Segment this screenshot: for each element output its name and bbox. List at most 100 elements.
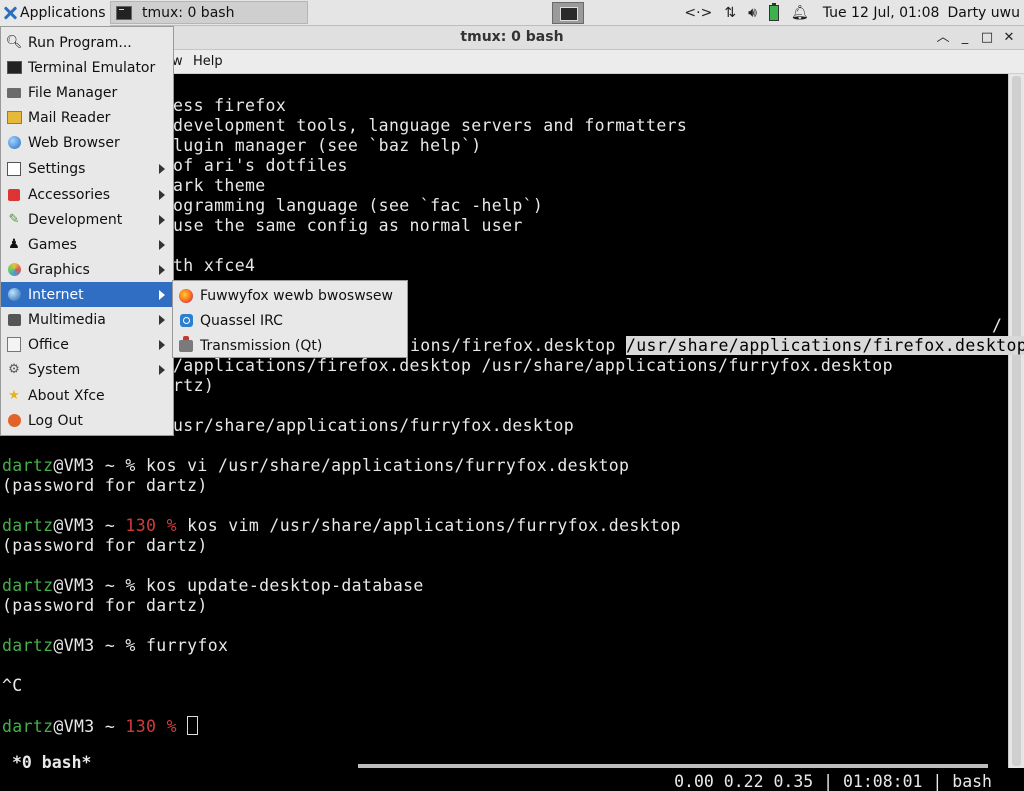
taskbar-item-label: tmux: 0 bash	[142, 4, 235, 21]
menu-item-label: File Manager	[28, 84, 118, 101]
minimize-button[interactable]: _	[954, 28, 976, 48]
network-icon[interactable]: <·>	[684, 5, 712, 21]
menu-item-about-xfce[interactable]: ★ About Xfce	[1, 383, 173, 408]
development-icon: ✎	[8, 211, 20, 227]
menu-item-label: Log Out	[28, 412, 83, 429]
workspace-thumbnail[interactable]	[560, 7, 578, 21]
globe-icon	[6, 135, 22, 151]
submenu-item-label: Quassel IRC	[200, 312, 283, 329]
menu-item-log-out[interactable]: Log Out	[1, 408, 173, 433]
user-menu[interactable]: Darty uwu	[947, 5, 1020, 21]
menu-help[interactable]: Help	[193, 54, 223, 69]
terminal-line: rtz)	[173, 376, 215, 395]
menu-item-graphics[interactable]: Graphics	[1, 257, 173, 282]
menu-item-label: System	[28, 361, 81, 378]
prompt-user: dartz	[2, 516, 54, 535]
terminal-line: (password for dartz)	[2, 536, 208, 555]
terminal-line: ogramming language (see `fac -help`)	[173, 196, 544, 215]
submenu-item-firefox[interactable]: Fuwwyfox wewb bwoswsew	[173, 283, 407, 308]
quassel-icon	[178, 313, 194, 329]
terminal-prompt-line: dartz@VM3 ~ % kos vi /usr/share/applicat…	[2, 456, 629, 475]
menu-item-label: Web Browser	[28, 134, 120, 151]
taskbar-item-tmux[interactable]: tmux: 0 bash	[110, 1, 308, 24]
menu-item-development[interactable]: ✎ Development	[1, 207, 173, 232]
notification-bell-icon[interactable]: 🔔︎	[791, 5, 809, 21]
menu-item-settings[interactable]: Settings	[1, 156, 173, 181]
applications-menu: 🔍︎ Run Program... Terminal Emulator File …	[0, 26, 174, 436]
menu-item-label: Office	[28, 336, 69, 353]
menu-item-office[interactable]: Office	[1, 332, 173, 357]
logout-icon	[6, 413, 22, 429]
prompt-exit-code: 130	[125, 516, 157, 535]
menu-item-label: Games	[28, 236, 77, 253]
scrollbar-thumb[interactable]	[1012, 76, 1021, 766]
submenu-arrow-icon	[159, 340, 165, 350]
menu-item-games[interactable]: ♟ Games	[1, 232, 173, 257]
terminal-line: use the same config as normal user	[173, 216, 523, 235]
applications-label: Applications	[20, 5, 106, 21]
clock[interactable]: Tue 12 Jul, 01:08	[823, 5, 940, 21]
terminal-line: of ari's dotfiles	[173, 156, 348, 175]
command-text: kos vim /usr/share/applications/furryfox…	[176, 516, 681, 535]
terminal-cursor[interactable]	[187, 716, 199, 735]
menu-item-label: Terminal Emulator	[28, 59, 156, 76]
graphics-icon	[6, 262, 22, 278]
xfce-logo-icon	[3, 6, 17, 20]
mail-icon	[6, 110, 22, 126]
transfer-icon[interactable]: ⇅	[724, 5, 736, 21]
terminal-line: ions/firefox.desktop /usr/share/applicat…	[410, 336, 1024, 355]
terminal-line: ess firefox	[173, 96, 287, 115]
terminal-line: (password for dartz)	[2, 476, 208, 495]
internet-icon	[6, 287, 22, 303]
submenu-item-quassel-irc[interactable]: Quassel IRC	[173, 308, 407, 333]
volume-icon[interactable]: 🔊︎	[748, 5, 757, 21]
chevron-up-icon[interactable]: ︿	[932, 28, 954, 48]
terminal-scrollbar[interactable]	[1008, 74, 1024, 768]
prompt-symbol: %	[166, 516, 177, 535]
terminal-icon	[6, 60, 22, 76]
maximize-button[interactable]: □	[976, 28, 998, 48]
submenu-arrow-icon	[159, 265, 165, 275]
tmux-window-indicator[interactable]: *0 bash*	[12, 753, 91, 772]
top-panel: Applications tmux: 0 bash <·> ⇅ 🔊︎ 🔔︎ Tu…	[0, 0, 1024, 26]
menu-item-multimedia[interactable]: Multimedia	[1, 307, 173, 332]
menu-item-mail-reader[interactable]: Mail Reader	[1, 105, 173, 130]
terminal-line: lugin manager (see `baz help`)	[173, 136, 482, 155]
menu-item-file-manager[interactable]: File Manager	[1, 80, 173, 105]
terminal-prompt-line: dartz@VM3 ~ % kos update-desktop-databas…	[2, 576, 424, 595]
submenu-arrow-icon	[159, 190, 165, 200]
prompt-symbol: %	[125, 636, 136, 655]
terminal-text: ions/firefox.desktop	[410, 336, 626, 355]
submenu-arrow-icon	[159, 315, 165, 325]
menu-item-label: Settings	[28, 160, 86, 177]
menu-item-internet[interactable]: Internet	[1, 282, 173, 307]
prompt-host: @VM3 ~	[53, 456, 126, 475]
games-icon: ♟	[8, 236, 20, 252]
menu-item-web-browser[interactable]: Web Browser	[1, 130, 173, 155]
submenu-arrow-icon	[159, 240, 165, 250]
tmux-status-bar: *0 bash* 0.00 0.22 0.35 | 01:08:01 | bas…	[0, 734, 1008, 791]
workspace-pager[interactable]	[552, 2, 584, 24]
battery-icon[interactable]	[768, 3, 779, 21]
submenu-arrow-icon	[159, 365, 165, 375]
submenu-arrow-icon	[159, 290, 165, 300]
menu-item-terminal-emulator[interactable]: Terminal Emulator	[1, 55, 173, 80]
prompt-user: dartz	[2, 576, 54, 595]
command-text: kos update-desktop-database	[135, 576, 424, 595]
terminal-prompt-line[interactable]: dartz@VM3 ~ 130 %	[2, 716, 199, 736]
internet-submenu: Fuwwyfox wewb bwoswsew Quassel IRC Trans…	[172, 280, 408, 358]
terminal-line: /applications/firefox.desktop /usr/share…	[173, 356, 893, 375]
system-tray: <·> ⇅ 🔊︎ 🔔︎ Tue 12 Jul, 01:08 Darty uwu	[678, 0, 1024, 26]
menu-item-label: Internet	[28, 286, 84, 303]
menu-item-accessories[interactable]: Accessories	[1, 182, 173, 207]
applications-menu-button[interactable]: Applications	[0, 0, 110, 26]
selected-text[interactable]: /usr/share/applications/firefox.desktop	[625, 336, 1024, 355]
menu-item-system[interactable]: ⚙ System	[1, 357, 173, 382]
prompt-user: dartz	[2, 636, 54, 655]
close-button[interactable]: ✕	[998, 28, 1020, 48]
submenu-item-transmission[interactable]: Transmission (Qt)	[173, 333, 407, 358]
submenu-arrow-icon	[159, 164, 165, 174]
menu-item-run-program[interactable]: 🔍︎ Run Program...	[1, 30, 173, 55]
menu-item-label: Mail Reader	[28, 109, 111, 126]
multimedia-icon	[6, 312, 22, 328]
